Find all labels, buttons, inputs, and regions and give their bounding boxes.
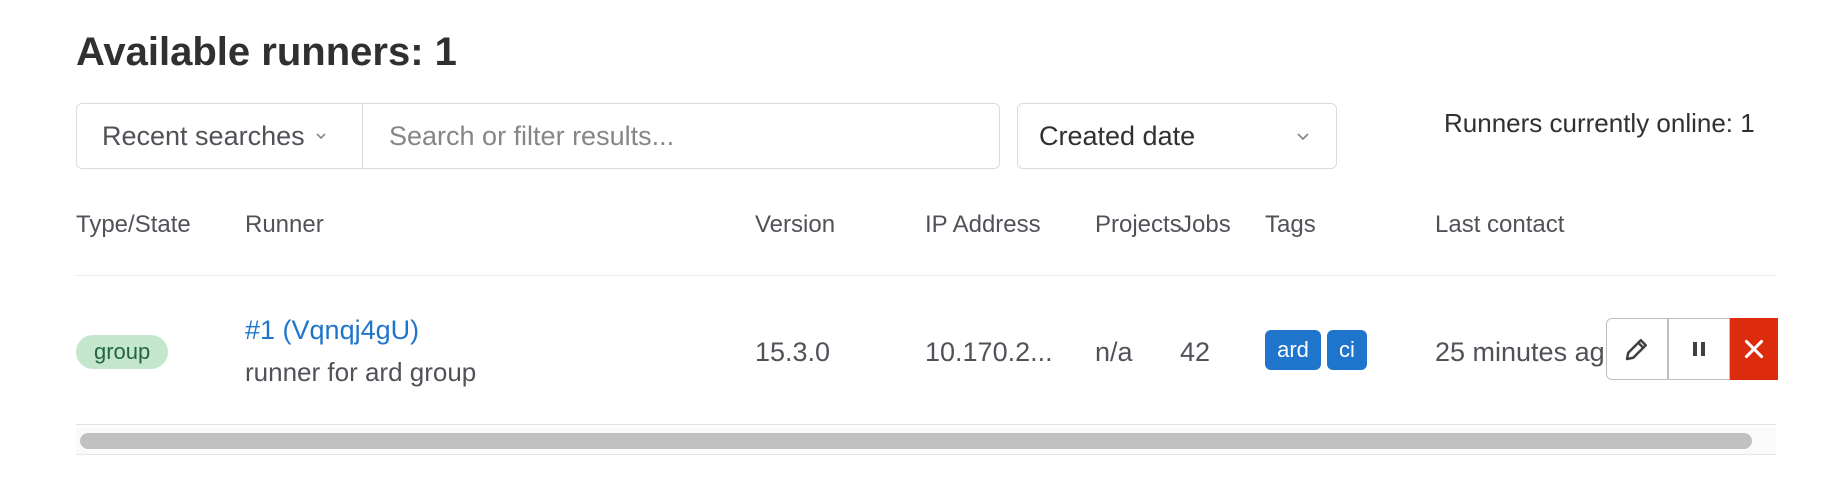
pause-runner-button[interactable]: [1668, 318, 1730, 380]
horizontal-scrollbar[interactable]: [76, 428, 1776, 455]
page-title: Available runners: 1: [76, 30, 457, 74]
column-header-type-state: Type/State: [76, 211, 191, 238]
recent-searches-dropdown[interactable]: Recent searches: [77, 104, 363, 168]
column-header-jobs: Jobs: [1180, 211, 1231, 238]
runner-projects: n/a: [1095, 337, 1133, 367]
runners-online-count: Runners currently online: 1: [1444, 108, 1755, 138]
tag-ci[interactable]: ci: [1327, 330, 1367, 370]
search-input[interactable]: [363, 104, 999, 168]
delete-runner-button[interactable]: [1730, 318, 1778, 380]
pencil-icon: [1625, 339, 1647, 361]
column-header-runner: Runner: [245, 211, 324, 238]
chevron-down-icon: [316, 133, 326, 140]
runner-jobs: 42: [1180, 337, 1211, 367]
column-header-ip-address: IP Address: [925, 211, 1041, 238]
header-divider: [76, 275, 1776, 276]
runner-last-contact: 25 minutes ag: [1435, 337, 1605, 367]
runner-type-badge: group: [76, 335, 169, 369]
runner-version: 15.3.0: [755, 337, 831, 367]
chevron-down-icon: [1297, 133, 1309, 141]
column-header-last-contact: Last contact: [1435, 211, 1565, 238]
sort-selected-label: Created date: [1039, 120, 1196, 151]
runner-ip-address: 10.170.2...: [925, 337, 1053, 367]
scrollbar-thumb[interactable]: [80, 433, 1752, 449]
recent-searches-label: Recent searches: [102, 120, 305, 151]
close-icon: [1744, 339, 1764, 359]
tag-ard[interactable]: ard: [1265, 330, 1321, 370]
pause-icon: [1693, 342, 1705, 356]
runner-description: runner for ard group: [245, 357, 477, 387]
column-header-projects: Projects: [1095, 211, 1182, 238]
runner-link[interactable]: #1 (Vqnqj4gU): [245, 315, 419, 346]
column-header-tags: Tags: [1265, 211, 1316, 238]
filtered-search-bar: Recent searches: [76, 103, 1000, 169]
column-header-version: Version: [755, 211, 836, 238]
sort-dropdown[interactable]: Created date: [1017, 103, 1337, 169]
row-divider: [76, 424, 1776, 425]
runner-actions: [1606, 318, 1778, 382]
edit-runner-button[interactable]: [1606, 318, 1668, 380]
